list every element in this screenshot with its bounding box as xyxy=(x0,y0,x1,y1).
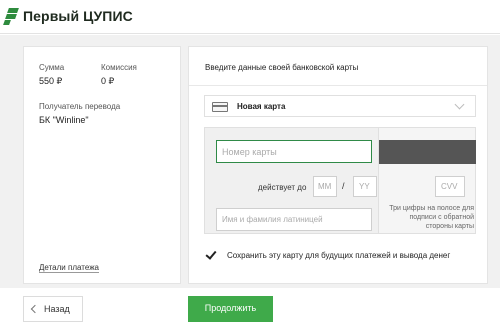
logo[interactable]: Первый ЦУПИС xyxy=(3,7,133,25)
logo-text: Первый ЦУПИС xyxy=(23,8,133,24)
save-card-label[interactable]: Сохранить эту карту для будущих платежей… xyxy=(227,251,450,260)
card-number-input[interactable]: Номер карты xyxy=(216,140,372,163)
amount-value: 550 ₽ xyxy=(39,76,63,86)
expiry-month-placeholder: MM xyxy=(318,182,332,191)
card-form-panel: Введите данные своей банковской карты Но… xyxy=(188,46,488,284)
header-bar: Первый ЦУПИС xyxy=(0,0,500,34)
expiry-month-input[interactable]: MM xyxy=(313,176,337,197)
card-form-title: Введите данные своей банковской карты xyxy=(205,63,359,72)
amount-label: Сумма xyxy=(39,63,65,72)
cvv-input[interactable]: CVV xyxy=(435,176,465,197)
magnetic-stripe xyxy=(379,140,476,164)
logo-mark-icon xyxy=(3,7,20,25)
continue-button-label: Продолжить xyxy=(204,303,257,313)
card-front: Номер карты действует до MM / YY Имя и ф… xyxy=(204,127,379,234)
cvv-placeholder: CVV xyxy=(441,182,458,191)
card-select-dropdown[interactable]: Новая карта xyxy=(204,95,476,117)
recipient-value: БК "Winline" xyxy=(39,115,89,125)
expiry-year-placeholder: YY xyxy=(359,182,370,191)
card-select-value: Новая карта xyxy=(237,102,286,111)
back-button-label: Назад xyxy=(44,304,70,314)
credit-card-icon xyxy=(212,102,228,112)
fee-value: 0 ₽ xyxy=(101,76,115,86)
recipient-label: Получатель перевода xyxy=(39,102,121,111)
fee-label: Комиссия xyxy=(101,63,137,72)
card-number-placeholder: Номер карты xyxy=(222,146,277,157)
divider xyxy=(189,85,487,86)
continue-button[interactable]: Продолжить xyxy=(188,296,273,322)
chevron-left-icon xyxy=(30,304,40,314)
expiry-label: действует до xyxy=(258,183,307,192)
expiry-year-input[interactable]: YY xyxy=(353,176,377,197)
payment-details-link[interactable]: Детали платежа xyxy=(39,263,99,273)
card-back: CVV Три цифры на полосе для подписи с об… xyxy=(379,127,476,234)
cardholder-name-placeholder: Имя и фамилия латиницей xyxy=(222,215,323,224)
back-button[interactable]: Назад xyxy=(23,296,83,322)
cardholder-name-input[interactable]: Имя и фамилия латиницей xyxy=(216,208,372,231)
expiry-separator: / xyxy=(342,181,345,191)
chevron-down-icon xyxy=(454,99,465,110)
cvv-hint: Три цифры на полосе для подписи с обратн… xyxy=(389,205,474,230)
save-card-checkbox[interactable] xyxy=(205,249,217,261)
payment-summary-panel: Сумма 550 ₽ Комиссия 0 ₽ Получатель пере… xyxy=(23,46,181,284)
